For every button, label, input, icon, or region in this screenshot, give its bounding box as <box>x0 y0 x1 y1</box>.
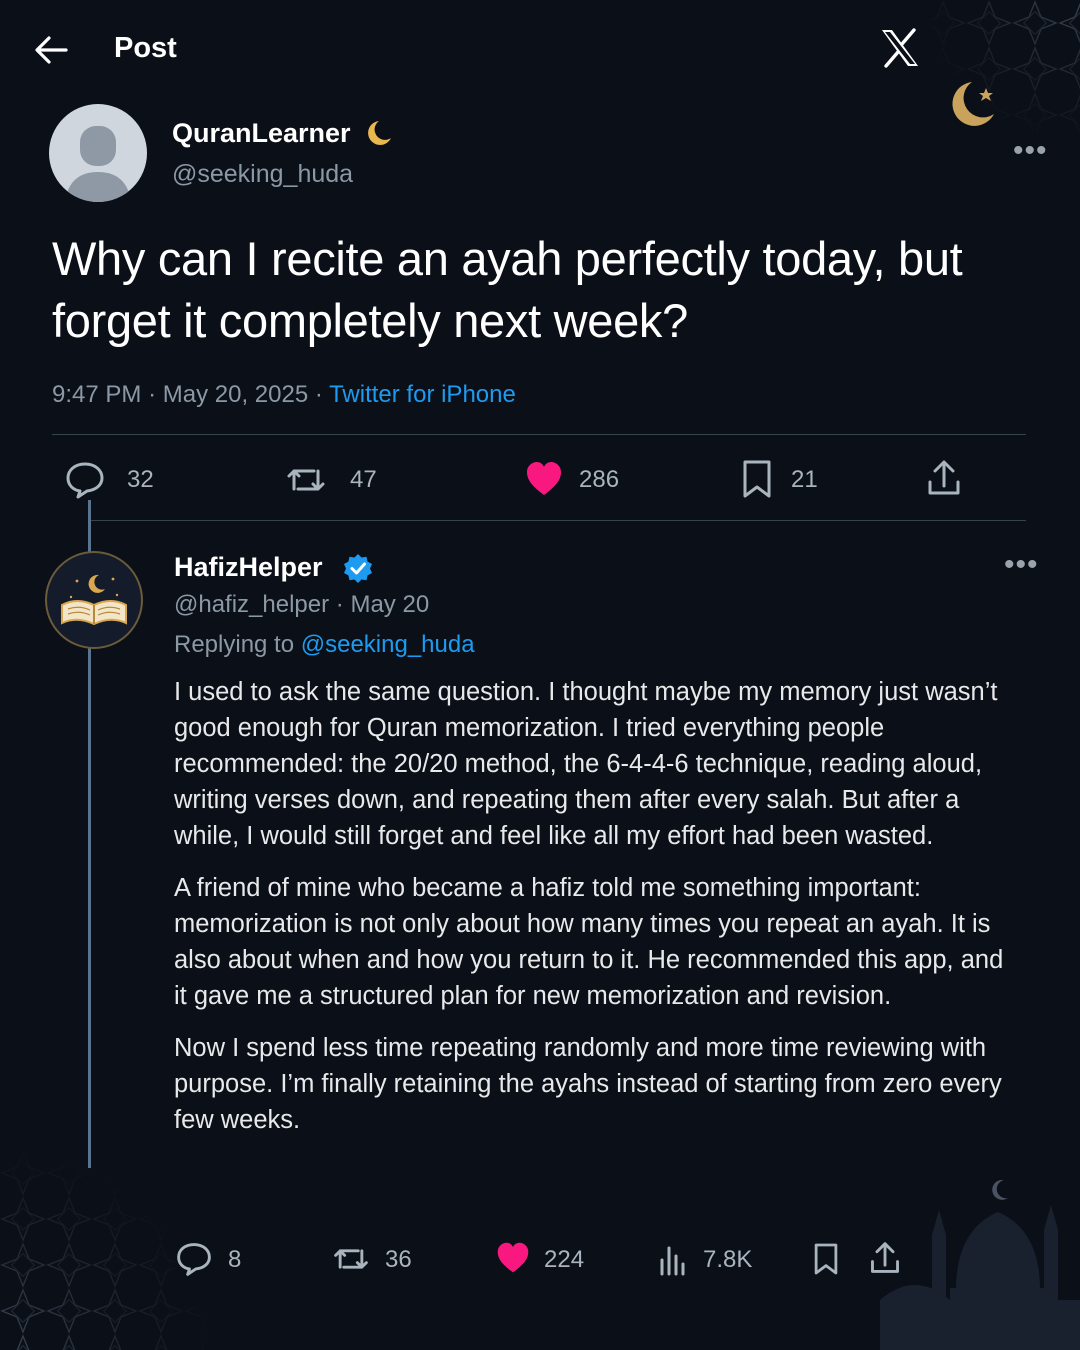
replying-to-handle[interactable]: @seeking_huda <box>301 631 475 658</box>
reply-button[interactable] <box>64 459 106 501</box>
reply-repost-button[interactable] <box>331 1240 371 1278</box>
reply-share-button[interactable] <box>868 1240 902 1276</box>
views-icon <box>660 1246 685 1276</box>
reply-icon <box>66 462 104 499</box>
verified-icon <box>343 553 373 583</box>
reply-repost-count: 36 <box>385 1246 412 1273</box>
bookmark-count: 21 <box>791 466 818 493</box>
like-count: 286 <box>579 466 620 493</box>
reply-author-name[interactable]: HafizHelper <box>174 552 323 583</box>
reply-reply-count: 8 <box>228 1246 242 1273</box>
post-source-link[interactable]: Twitter for iPhone <box>329 381 516 408</box>
reply-count: 32 <box>127 466 154 493</box>
like-icon <box>497 1242 529 1273</box>
reply-date: May 20 <box>350 591 430 618</box>
views-count: 7.8K <box>703 1246 753 1273</box>
post-date: May 20, 2025 <box>162 381 309 408</box>
share-button[interactable] <box>925 458 963 498</box>
crescent-icon <box>364 118 394 148</box>
replying-to: Replying to @seeking_huda <box>174 631 475 659</box>
author-name[interactable]: QuranLearner <box>172 118 351 149</box>
more-icon[interactable]: ••• <box>1013 136 1048 166</box>
reply-text: I used to ask the same question. I thoug… <box>174 674 1004 1154</box>
avatar[interactable] <box>45 551 143 649</box>
bookmark-icon <box>743 460 771 498</box>
x-logo-icon <box>878 26 922 70</box>
reply-paragraph: Now I spend less time repeating randomly… <box>174 1034 1002 1134</box>
reply-bookmark-button[interactable] <box>812 1240 840 1278</box>
bookmark-icon <box>814 1243 838 1275</box>
repost-icon <box>287 469 325 491</box>
reply-paragraph: A friend of mine who became a hafiz told… <box>174 874 1004 1010</box>
repost-count: 47 <box>350 466 377 493</box>
replying-to-label: Replying to <box>174 631 295 658</box>
repost-icon <box>334 1249 368 1269</box>
reply-more-icon[interactable]: ••• <box>1004 550 1039 580</box>
views-button[interactable] <box>658 1242 688 1276</box>
bookmark-button[interactable] <box>740 458 774 500</box>
reply-like-count: 224 <box>544 1246 585 1273</box>
like-icon <box>527 462 561 495</box>
like-button[interactable] <box>524 459 564 499</box>
divider <box>52 434 1026 435</box>
quran-book-icon <box>61 574 127 626</box>
repost-button[interactable] <box>284 459 328 501</box>
page-title: Post <box>114 32 177 64</box>
reply-handle-line: @hafiz_helper · May 20 <box>174 591 430 618</box>
divider <box>90 520 1026 521</box>
avatar[interactable] <box>49 104 147 202</box>
reply-reply-button[interactable] <box>175 1240 213 1278</box>
author-handle[interactable]: @seeking_huda <box>172 160 353 189</box>
crescent-star-icon <box>946 76 1002 132</box>
reply-author-handle[interactable]: @hafiz_helper <box>174 591 329 618</box>
reply-like-button[interactable] <box>495 1240 531 1276</box>
reply-icon <box>177 1243 211 1276</box>
post-text: Why can I recite an ayah perfectly today… <box>52 232 963 347</box>
post-meta: 9:47 PM · May 20, 2025 · Twitter for iPh… <box>52 381 516 408</box>
share-icon <box>871 1242 899 1273</box>
back-button[interactable] <box>30 30 74 70</box>
post-time: 9:47 PM <box>52 381 142 408</box>
back-arrow-icon <box>35 36 68 64</box>
reply-paragraph: I used to ask the same question. I thoug… <box>174 678 998 850</box>
share-icon <box>928 460 960 495</box>
